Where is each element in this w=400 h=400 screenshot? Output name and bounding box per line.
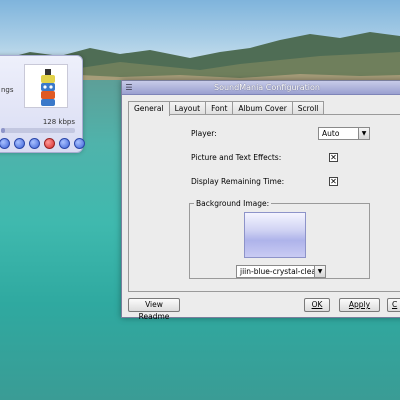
cancel-label: C (392, 300, 398, 309)
background-preview (244, 212, 306, 258)
checkmark-icon: ✕ (330, 177, 337, 186)
background-select-value: jiin-blue-crystal-clean (240, 267, 321, 276)
tab-font[interactable]: Font (205, 101, 234, 115)
tab-scroll[interactable]: Scroll (291, 101, 325, 115)
track-title: ngs (1, 86, 14, 94)
player-select[interactable]: Auto ▼ (318, 127, 370, 140)
album-art-icon (41, 69, 55, 106)
media-player-widget[interactable]: ngs 128 kbps (0, 55, 85, 153)
apply-label: Apply (348, 300, 371, 309)
ok-button[interactable]: OK (304, 298, 330, 312)
album-cover[interactable] (24, 64, 68, 108)
stop-icon[interactable] (44, 138, 55, 149)
remaining-time-checkbox[interactable]: ✕ (329, 177, 338, 186)
checkmark-icon: ✕ (330, 153, 337, 162)
ok-label: OK (311, 300, 323, 309)
player-controls (0, 138, 85, 149)
player-select-value: Auto (322, 129, 340, 138)
configuration-dialog: ☰ SoundMania Configuration General Layou… (121, 80, 400, 321)
effects-label: Picture and Text Effects: (191, 153, 282, 162)
apply-button[interactable]: Apply (339, 298, 380, 312)
background-image-group: Background Image: jiin-blue-crystal-clea… (189, 199, 370, 279)
previous-icon[interactable] (0, 138, 10, 149)
background-image-label: Background Image: (194, 199, 272, 208)
player-label: Player: (191, 129, 217, 138)
general-tab-panel: Player: Auto ▼ Picture and Text Effects:… (128, 114, 400, 292)
tab-layout[interactable]: Layout (168, 101, 207, 115)
tab-bar: General Layout Font Album Cover Scroll (128, 101, 325, 116)
tab-general[interactable]: General (128, 101, 170, 116)
effects-checkbox[interactable]: ✕ (329, 153, 338, 162)
chevron-down-icon: ▼ (358, 128, 369, 139)
background-select[interactable]: jiin-blue-crystal-clean ▼ (236, 265, 326, 278)
window-menu-icon[interactable]: ☰ (125, 84, 133, 92)
next-icon[interactable] (59, 138, 70, 149)
dialog-title: SoundMania Configuration (214, 83, 320, 92)
cancel-button[interactable]: C (387, 298, 400, 312)
view-readme-button[interactable]: View Readme (128, 298, 180, 321)
track-progress-bar[interactable] (1, 128, 75, 133)
bitrate-label: 128 kbps (42, 118, 75, 126)
play-icon[interactable] (29, 138, 40, 149)
dialog-titlebar[interactable]: ☰ SoundMania Configuration (122, 81, 400, 95)
chevron-down-icon: ▼ (314, 266, 325, 277)
pause-icon[interactable] (14, 138, 25, 149)
track-progress-fill (1, 128, 6, 133)
eject-icon[interactable] (74, 138, 85, 149)
tab-album-cover[interactable]: Album Cover (232, 101, 293, 115)
view-readme-label: View Readme (138, 300, 170, 321)
remaining-time-label: Display Remaining Time: (191, 177, 285, 186)
